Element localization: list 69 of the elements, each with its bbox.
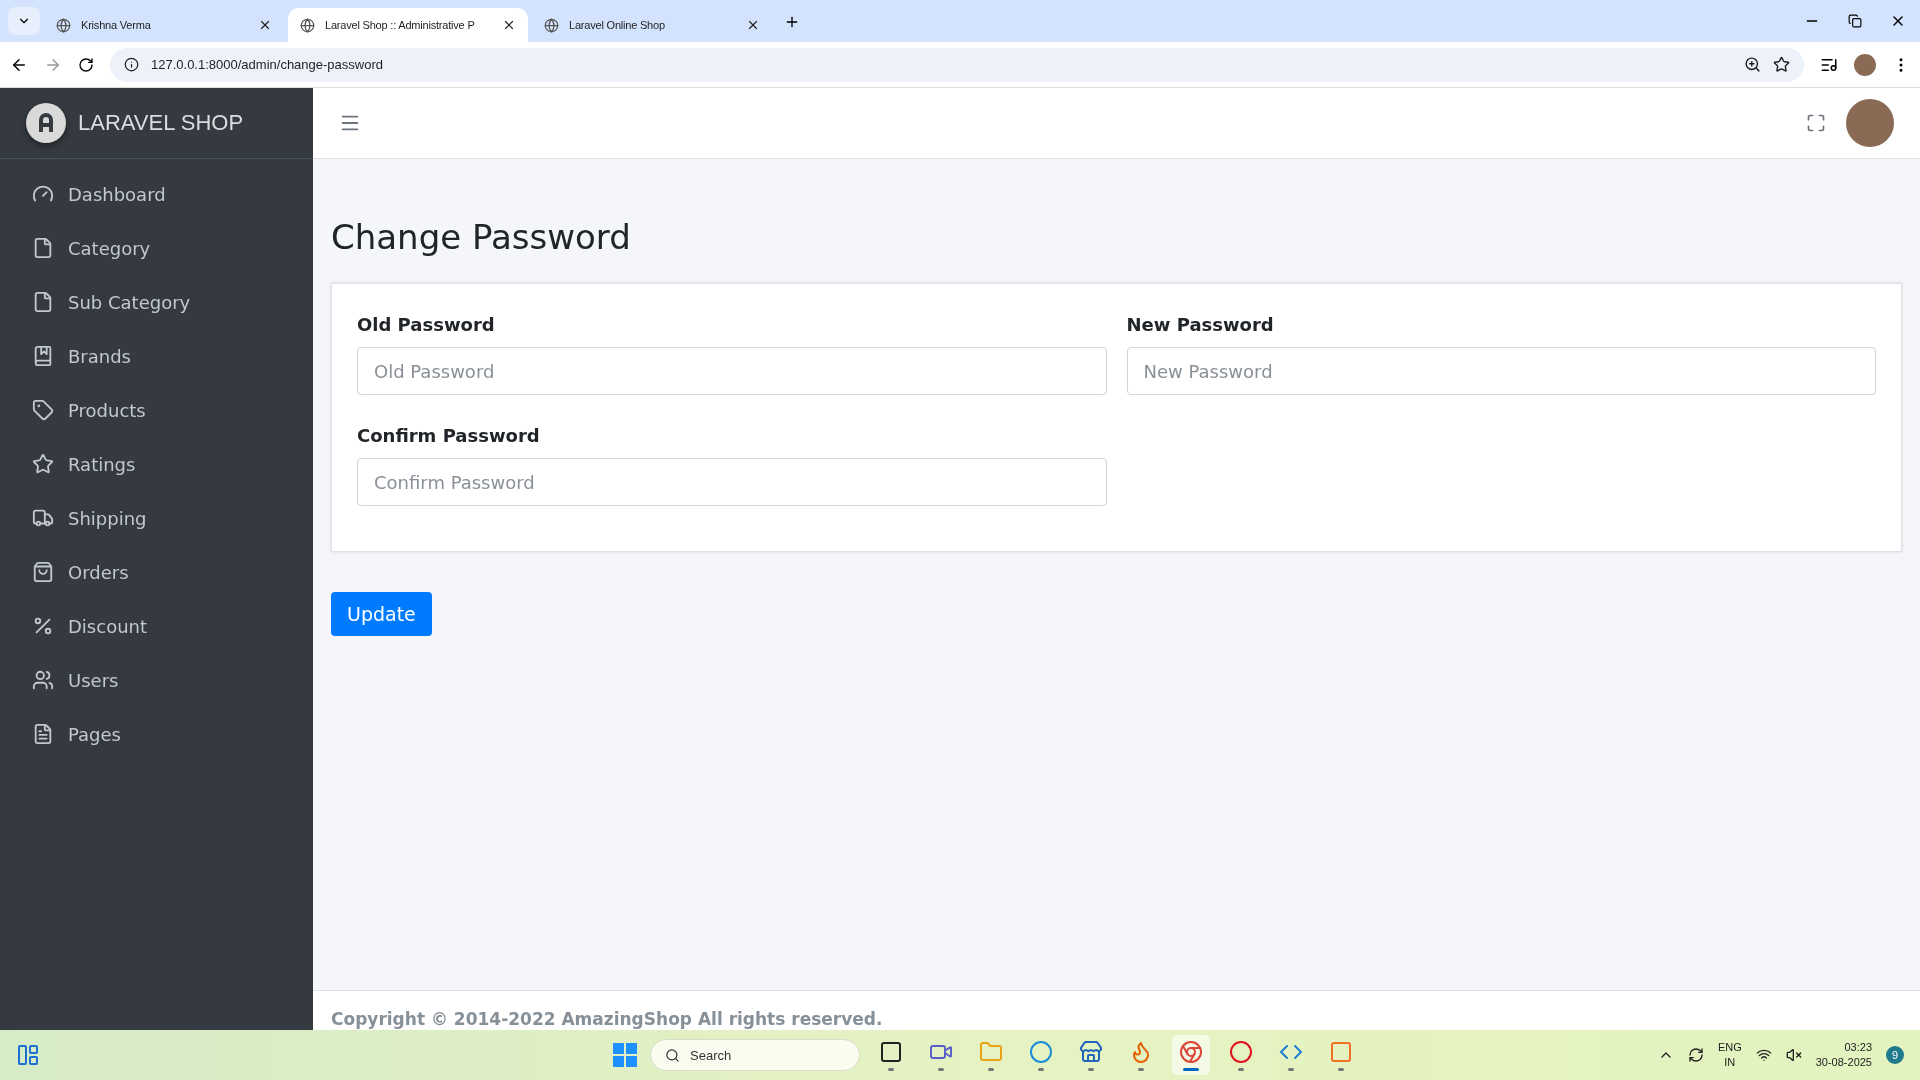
sidebar-item[interactable]: Sub Category <box>32 275 313 329</box>
browser-tab[interactable]: Laravel Online Shop <box>532 8 772 42</box>
sidebar-item[interactable]: Discount <box>32 599 313 653</box>
info-icon[interactable] <box>124 57 139 72</box>
zoom-icon[interactable] <box>1744 56 1761 73</box>
mute-icon[interactable] <box>1785 1047 1802 1063</box>
sidebar-item[interactable]: Ratings <box>32 437 313 491</box>
globe-icon <box>300 17 315 33</box>
truck-icon <box>32 507 54 529</box>
region-text[interactable]: IN <box>1724 1055 1736 1070</box>
tag-icon <box>32 399 54 421</box>
sidebar-item[interactable]: Dashboard <box>32 167 313 221</box>
globe-icon <box>544 17 559 33</box>
password-field[interactable]: Confirm Password <box>357 458 1107 506</box>
field-label: New Password <box>1126 314 1275 335</box>
brand-name: LARAVEL SHOP <box>78 110 244 136</box>
browser-tab[interactable]: Krishna Verma <box>44 8 284 42</box>
field-label: Old Password <box>357 314 496 335</box>
clock-time[interactable]: 03:23 <box>1844 1040 1872 1055</box>
widgets-icon[interactable] <box>16 1043 40 1067</box>
browser-tab[interactable]: Laravel Shop :: Administrative P <box>288 8 528 42</box>
reload-icon[interactable] <box>78 56 94 73</box>
close-icon[interactable] <box>258 18 272 32</box>
wifi-icon[interactable] <box>1755 1047 1772 1063</box>
password-field[interactable]: Old Password <box>357 347 1107 395</box>
field-label: Confirm Password <box>357 425 541 446</box>
sidebar-item[interactable]: Orders <box>32 545 313 599</box>
sidebar-item[interactable]: Brands <box>32 329 313 383</box>
fullscreen-icon[interactable] <box>1806 113 1826 133</box>
page-icon <box>32 723 54 745</box>
notification-badge[interactable]: 9 <box>1886 1046 1904 1064</box>
avatar[interactable] <box>1846 99 1894 147</box>
close-icon[interactable] <box>746 18 760 32</box>
language-text[interactable]: ENG <box>1717 1040 1742 1055</box>
update-button[interactable]: Update <box>331 592 432 636</box>
bag-icon <box>32 561 54 583</box>
password-field[interactable]: New Password <box>1126 347 1876 395</box>
clock-date[interactable]: 30-08-2025 <box>1815 1055 1872 1070</box>
taskbar-search[interactable]: Search <box>650 1039 860 1071</box>
sync-icon[interactable] <box>1687 1047 1704 1063</box>
tab-title: Laravel Shop :: Administrative P <box>325 19 476 31</box>
url-text: 127.0.0.1:8000/admin/change-password <box>151 57 383 72</box>
sidebar-item[interactable]: Pages <box>32 707 313 761</box>
sidebar-item[interactable]: Shipping <box>32 491 313 545</box>
star-icon[interactable] <box>1773 56 1790 73</box>
page-title: Change Password <box>331 217 632 257</box>
new-tab-icon[interactable] <box>784 14 800 30</box>
start-icon[interactable] <box>612 1042 638 1068</box>
copyright-text: Copyright © 2014-2022 AmazingShop All rights reserved. <box>331 1009 883 1029</box>
file-icon <box>32 237 54 259</box>
sidebar-item[interactable]: Products <box>32 383 313 437</box>
folder-icon <box>979 1039 1003 1064</box>
tab-title: Laravel Online Shop <box>569 19 666 31</box>
users-icon <box>32 669 54 691</box>
sidebar-item[interactable]: Category <box>32 221 313 275</box>
close-icon[interactable] <box>502 18 516 32</box>
sidebar-item[interactable]: Users <box>32 653 313 707</box>
tab-title: Krishna Verma <box>81 19 152 31</box>
percent-icon <box>32 615 54 637</box>
address-bar[interactable]: 127.0.0.1:8000/admin/change-password <box>110 47 1804 82</box>
file-icon <box>32 291 54 313</box>
globe-icon <box>56 17 71 33</box>
search-icon <box>665 1047 680 1063</box>
avatar[interactable] <box>1854 53 1876 76</box>
store-icon <box>1079 1039 1103 1064</box>
star-icon <box>32 453 54 475</box>
restore-icon[interactable] <box>1848 14 1862 28</box>
bookmark-icon <box>32 345 54 367</box>
logo-icon <box>26 103 66 143</box>
